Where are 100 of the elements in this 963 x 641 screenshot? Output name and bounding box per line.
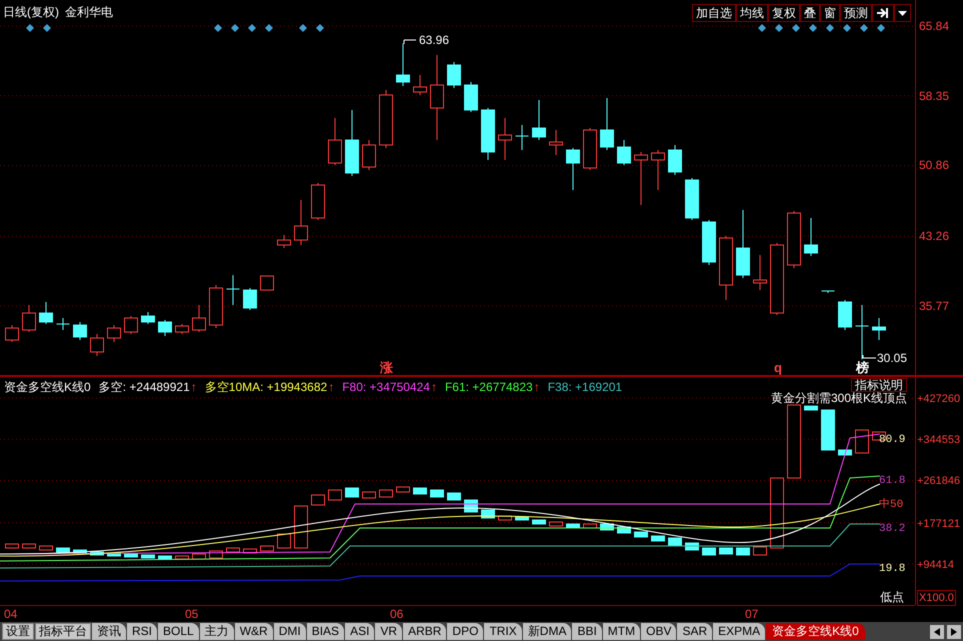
toolbar-button[interactable]: 加自选 xyxy=(692,4,736,22)
candlestick xyxy=(345,488,359,498)
price-axis-label: 35.77 xyxy=(919,298,950,313)
dropdown-icon[interactable] xyxy=(894,4,911,22)
candlestick xyxy=(362,492,376,498)
candlestick xyxy=(311,494,325,506)
candlestick xyxy=(617,140,631,166)
value-axis-label: +261846 xyxy=(917,474,960,488)
toolbar-button[interactable]: 设置 xyxy=(2,623,34,640)
candlestick xyxy=(736,209,750,279)
candlestick xyxy=(430,490,444,498)
scroll-right-icon[interactable] xyxy=(947,624,961,638)
candlestick xyxy=(379,90,393,149)
candlestick xyxy=(22,544,36,548)
candlestick xyxy=(277,534,291,548)
toolbar-button[interactable]: 窗 xyxy=(820,4,840,22)
candlestick xyxy=(668,144,682,176)
candlestick xyxy=(311,182,325,221)
scroll-left-icon[interactable] xyxy=(930,624,944,638)
indicator-tab[interactable]: 资讯 xyxy=(92,623,126,640)
chart-marker: 涨 xyxy=(380,360,393,375)
golden-ratio-note: 黄金分割需300根K线顶点 xyxy=(771,392,908,404)
chart-marker: 榜 xyxy=(856,360,869,375)
price-axis-label: 65.84 xyxy=(919,18,950,33)
level-label: 19.8 xyxy=(879,562,906,576)
indicator-tab[interactable]: DPO xyxy=(447,623,484,640)
candlestick xyxy=(277,234,291,249)
toolbar-button[interactable]: 指标平台 xyxy=(35,623,91,640)
candlestick xyxy=(702,220,716,266)
candlestick xyxy=(787,210,801,268)
indicator-tab[interactable]: BIAS xyxy=(306,623,344,640)
candlestick xyxy=(192,304,206,333)
chart-marker: q xyxy=(774,360,782,375)
candlestick xyxy=(634,532,648,538)
next-icon[interactable] xyxy=(872,4,894,22)
candlestick xyxy=(447,62,461,88)
value-axis-label: +427260 xyxy=(917,392,960,406)
legend-value: F38: +169201 xyxy=(548,379,622,395)
candlestick xyxy=(413,488,427,494)
leader-line xyxy=(404,40,416,44)
toolbar-button[interactable]: 复权 xyxy=(768,4,800,22)
indicator-tab[interactable]: VR xyxy=(375,623,402,640)
date-axis-label: 06 xyxy=(390,607,404,621)
up-arrow-text: ↑ xyxy=(534,379,540,395)
candlestick xyxy=(22,304,36,333)
candlestick xyxy=(822,290,834,294)
candlestick xyxy=(770,478,784,548)
candlestick xyxy=(226,548,240,552)
candlestick xyxy=(175,556,189,560)
candlestick xyxy=(328,117,342,166)
candlestick xyxy=(668,538,682,546)
toolbar-button[interactable]: 均线 xyxy=(736,4,768,22)
indicator-tab[interactable]: W&R xyxy=(234,623,273,640)
level-label: 中50 xyxy=(879,498,904,512)
indicator-tab[interactable]: OBV xyxy=(641,623,676,640)
candlestick xyxy=(362,140,376,171)
indicator-tab[interactable]: BBI xyxy=(572,623,602,640)
indicator-name: 资金多空线K线0 xyxy=(4,379,91,395)
indicator-tab[interactable]: RSI xyxy=(127,623,158,640)
candlestick xyxy=(294,506,308,548)
period-label: 日线(复权) xyxy=(3,4,59,20)
toolbar-button[interactable]: 预测 xyxy=(840,4,872,22)
indicator-tab[interactable]: ASI xyxy=(345,623,374,640)
candlestick xyxy=(736,548,750,556)
date-axis-label: 04 xyxy=(4,607,18,621)
up-arrow-text: ↑ xyxy=(190,379,197,395)
indicator-tab[interactable]: DMI xyxy=(274,623,306,640)
scale-label: X100.0 xyxy=(917,590,956,606)
candlestick xyxy=(549,522,563,526)
candlestick xyxy=(838,300,852,330)
indicator-tab[interactable]: SAR xyxy=(677,623,712,640)
candlestick xyxy=(226,274,240,306)
indicator-tab[interactable]: 新DMA xyxy=(522,623,572,640)
candlestick xyxy=(379,490,393,498)
candlestick xyxy=(515,516,529,520)
indicator-help-button[interactable]: 指标说明 xyxy=(851,378,907,392)
toolbar-button[interactable]: 叠 xyxy=(800,4,820,22)
candlestick xyxy=(821,410,835,450)
stock-name: 金利华电 xyxy=(65,4,113,20)
candlestick xyxy=(5,324,19,343)
candlestick xyxy=(294,200,308,246)
indicator-tab[interactable]: BOLL xyxy=(158,623,199,640)
indicator-tab[interactable]: EXPMA xyxy=(713,623,766,640)
candlestick xyxy=(260,276,274,291)
legend-value: 多空: +24489921 xyxy=(98,379,190,395)
candlestick xyxy=(90,334,104,356)
candlestick xyxy=(107,324,121,343)
indicator-tab[interactable]: ARBR xyxy=(403,623,446,640)
price-axis-label: 43.26 xyxy=(919,229,950,244)
indicator-tab[interactable]: MTM xyxy=(602,623,640,640)
indicator-tab[interactable]: TRIX xyxy=(484,623,522,640)
candlestick xyxy=(90,552,104,556)
indicator-tab[interactable]: 资金多空线K线0 xyxy=(766,623,865,640)
price-axis-label: 58.35 xyxy=(919,88,950,103)
candlestick xyxy=(209,284,223,329)
indicator-tab[interactable]: 主力 xyxy=(200,623,234,640)
value-axis-label: +94414 xyxy=(917,558,954,572)
candlestick xyxy=(651,150,665,191)
date-axis-label: 07 xyxy=(745,607,758,621)
candlestick xyxy=(600,98,614,150)
